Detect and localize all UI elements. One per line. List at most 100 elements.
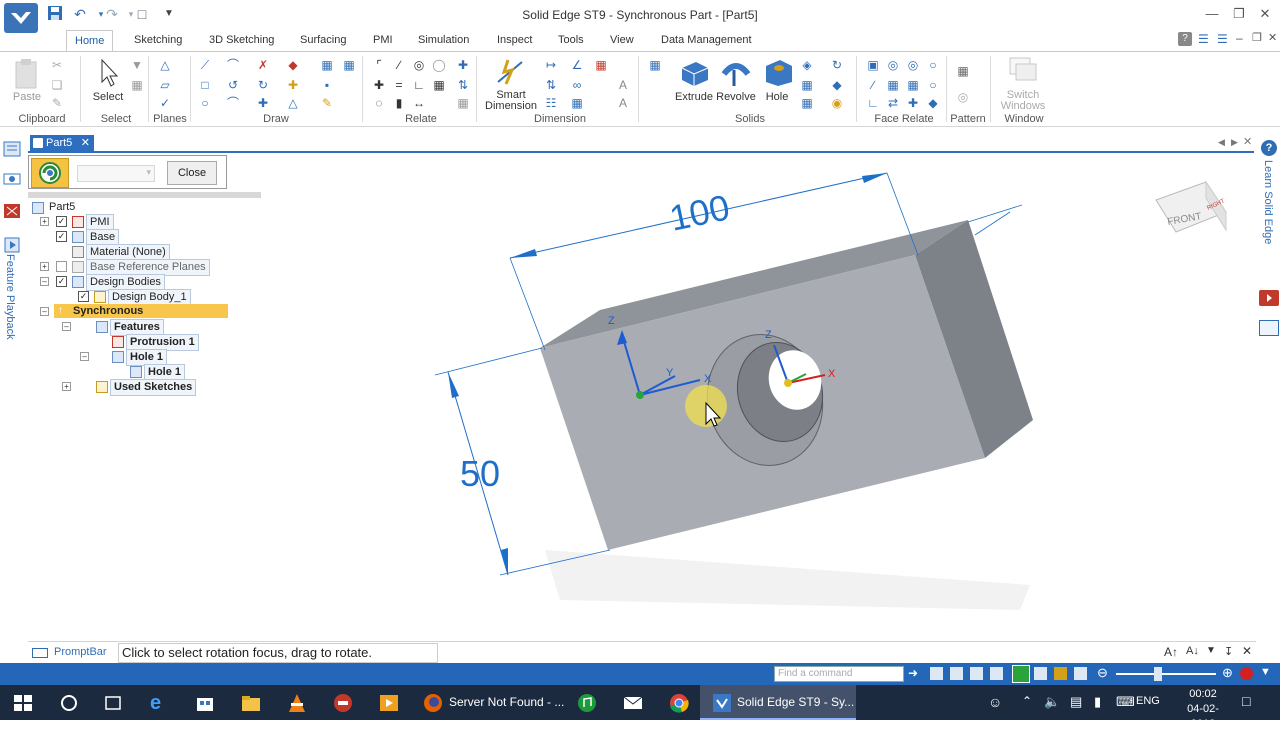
fill-icon[interactable]: ◆ [286, 58, 300, 72]
graphics-window[interactable]: 100 50 Z Y X Z X FRONT RIGHT [262, 153, 1254, 641]
promptbar-collapse-icon[interactable]: ▼ [1206, 645, 1216, 656]
tangent-arc-icon[interactable]: ↺ [226, 78, 240, 92]
parallel-face-icon[interactable]: ◎ [906, 58, 920, 72]
promptbar-icon[interactable] [32, 648, 48, 658]
add-body-icon[interactable]: ◉ [830, 96, 844, 110]
switch-windows-label-line2[interactable]: Windows [996, 101, 1050, 112]
firefox-icon[interactable] [422, 692, 444, 714]
wheel-origin[interactable] [784, 379, 792, 387]
distance-between-icon[interactable]: ↦ [544, 58, 558, 72]
keyboard-icon[interactable]: ⌨ [1116, 694, 1135, 710]
doc-restore-icon[interactable]: ❐ [1252, 31, 1266, 45]
symmetric-face-icon[interactable]: ▦ [906, 78, 920, 92]
tab-inspect[interactable]: Inspect [489, 30, 540, 52]
doc-close-icon[interactable]: ✕ [1268, 31, 1280, 45]
tab-3d-sketching[interactable]: 3D Sketching [201, 30, 282, 52]
dimension-axis-icon[interactable]: ☷ [544, 96, 558, 110]
collapse-icon[interactable]: – [40, 277, 49, 286]
circular-pattern-icon[interactable]: ◎ [956, 90, 970, 104]
extrude-label[interactable]: Extrude [672, 92, 716, 103]
spin-about-icon[interactable] [1034, 667, 1047, 680]
learn-solid-edge-label[interactable]: Learn Solid Edge [1262, 160, 1276, 252]
zoom-slider-thumb[interactable] [1154, 667, 1162, 681]
design-bodies-checkbox[interactable]: ✓ [56, 276, 67, 287]
shaded-view-icon[interactable] [1054, 667, 1067, 680]
round-icon[interactable]: ↻ [830, 58, 844, 72]
project-icon[interactable]: ▦ [320, 58, 334, 72]
select-label[interactable]: Select [88, 92, 128, 103]
expand-icon[interactable]: + [40, 262, 49, 271]
cut-icon[interactable]: ✂ [50, 58, 64, 72]
parallel-plane-icon[interactable]: ▱ [158, 78, 172, 92]
select-filter-icon[interactable]: ▼ [130, 58, 144, 72]
zoom-out-icon[interactable]: ⊖ [1097, 665, 1108, 681]
people-icon[interactable]: ☺ [988, 694, 1002, 710]
view-style-icon[interactable] [1074, 667, 1087, 680]
collinear-icon[interactable]: ↔ [412, 96, 426, 110]
select-set-icon[interactable]: ▦ [130, 78, 144, 92]
chamfer-icon[interactable]: ▦ [800, 96, 814, 110]
wrap-icon[interactable]: ✎ [320, 96, 334, 110]
tree-row-design-body-1[interactable]: ✓ Design Body_1 [40, 289, 240, 306]
firefox-window-label[interactable]: Server Not Found - ... [449, 695, 564, 709]
coordinate-dimension-icon[interactable]: ▦ [594, 58, 608, 72]
edge-browser-icon[interactable]: e [150, 692, 172, 714]
tree-row-protrusion-1[interactable]: Protrusion 1 [40, 334, 240, 351]
pmi-checkbox[interactable]: ✓ [56, 216, 67, 227]
document-tab-close-icon[interactable]: ✕ [81, 135, 90, 152]
restore-icon[interactable]: ❐ [1226, 4, 1252, 24]
equal-icon[interactable]: = [392, 78, 406, 92]
connect-icon[interactable]: ⌜ [372, 58, 386, 72]
draft-icon[interactable]: ▦ [800, 78, 814, 92]
tab-scroll-right-icon[interactable]: ▶ [1231, 137, 1238, 148]
concentric-icon[interactable]: ◎ [412, 58, 426, 72]
fix-face-icon[interactable]: ◆ [926, 96, 940, 110]
rigid-icon[interactable]: ▦ [432, 78, 446, 92]
solid-edge-window-label[interactable]: Solid Edge ST9 - Sy... [737, 695, 854, 709]
reference-planes-checkbox[interactable] [56, 261, 67, 272]
coplanar-icon[interactable]: ▣ [866, 58, 880, 72]
circle-icon[interactable]: ○ [198, 96, 212, 110]
learn-help-icon[interactable]: ? [1261, 140, 1277, 156]
tree-row-base[interactable]: ✓ Base [40, 229, 240, 246]
collapse-icon[interactable]: – [62, 322, 71, 331]
go-arrow-icon[interactable]: ➜ [908, 666, 918, 680]
intersect-icon[interactable]: ▪ [320, 78, 334, 92]
tab-simulation[interactable]: Simulation [410, 30, 477, 52]
ribbon-layout-icon[interactable]: ☰ [1217, 32, 1231, 46]
thicken-icon[interactable]: ◆ [830, 78, 844, 92]
tree-row-base-reference-planes[interactable]: + Base Reference Planes [40, 259, 240, 276]
select-arrow-icon[interactable] [96, 58, 120, 88]
coaxial-icon[interactable]: ◎ [886, 58, 900, 72]
tab-home[interactable]: Home [66, 30, 114, 52]
extrude-icon[interactable] [678, 56, 710, 88]
show-hidden-icons-icon[interactable]: ⌃ [1022, 694, 1032, 708]
tangent-face-icon[interactable]: ○ [926, 58, 940, 72]
symmetric-diameter-icon[interactable]: ⇅ [544, 78, 558, 92]
network-icon[interactable]: ▤ [1070, 694, 1082, 710]
minimize-icon[interactable]: — [1199, 4, 1225, 24]
angle-between-icon[interactable]: ∠ [570, 58, 584, 72]
zoom-slider[interactable] [1116, 673, 1216, 675]
smart-dimension-icon[interactable] [494, 56, 526, 88]
layers-tab-icon[interactable] [2, 170, 22, 188]
revolve-label[interactable]: Revolve [714, 92, 758, 103]
rectangle-icon[interactable]: □ [198, 78, 212, 92]
windows-start-icon[interactable] [12, 692, 34, 714]
copy-icon[interactable]: ❏ [50, 78, 64, 92]
perpendicular-face-icon[interactable]: ∕ [866, 78, 880, 92]
volume-icon[interactable]: 🔈 [1044, 694, 1060, 710]
promptbar-close-icon[interactable]: ✕ [1242, 644, 1252, 658]
task-view-icon[interactable] [102, 692, 124, 714]
symmetric-icon[interactable]: ▮ [392, 96, 406, 110]
text-style-icon[interactable]: A [616, 96, 630, 110]
offset-icon[interactable]: ↻ [256, 78, 270, 92]
community-icon[interactable] [1259, 320, 1279, 336]
relationship-handles-icon[interactable]: ✚ [456, 58, 470, 72]
tree-row-used-sketches[interactable]: + Used Sketches [40, 379, 240, 396]
stop-icon[interactable] [1240, 667, 1253, 680]
help-icon[interactable]: ? [1178, 32, 1192, 46]
tree-row-hole-1[interactable]: Hole 1 [40, 364, 240, 381]
cortana-search-icon[interactable] [58, 692, 80, 714]
vlc-icon[interactable] [286, 692, 308, 714]
